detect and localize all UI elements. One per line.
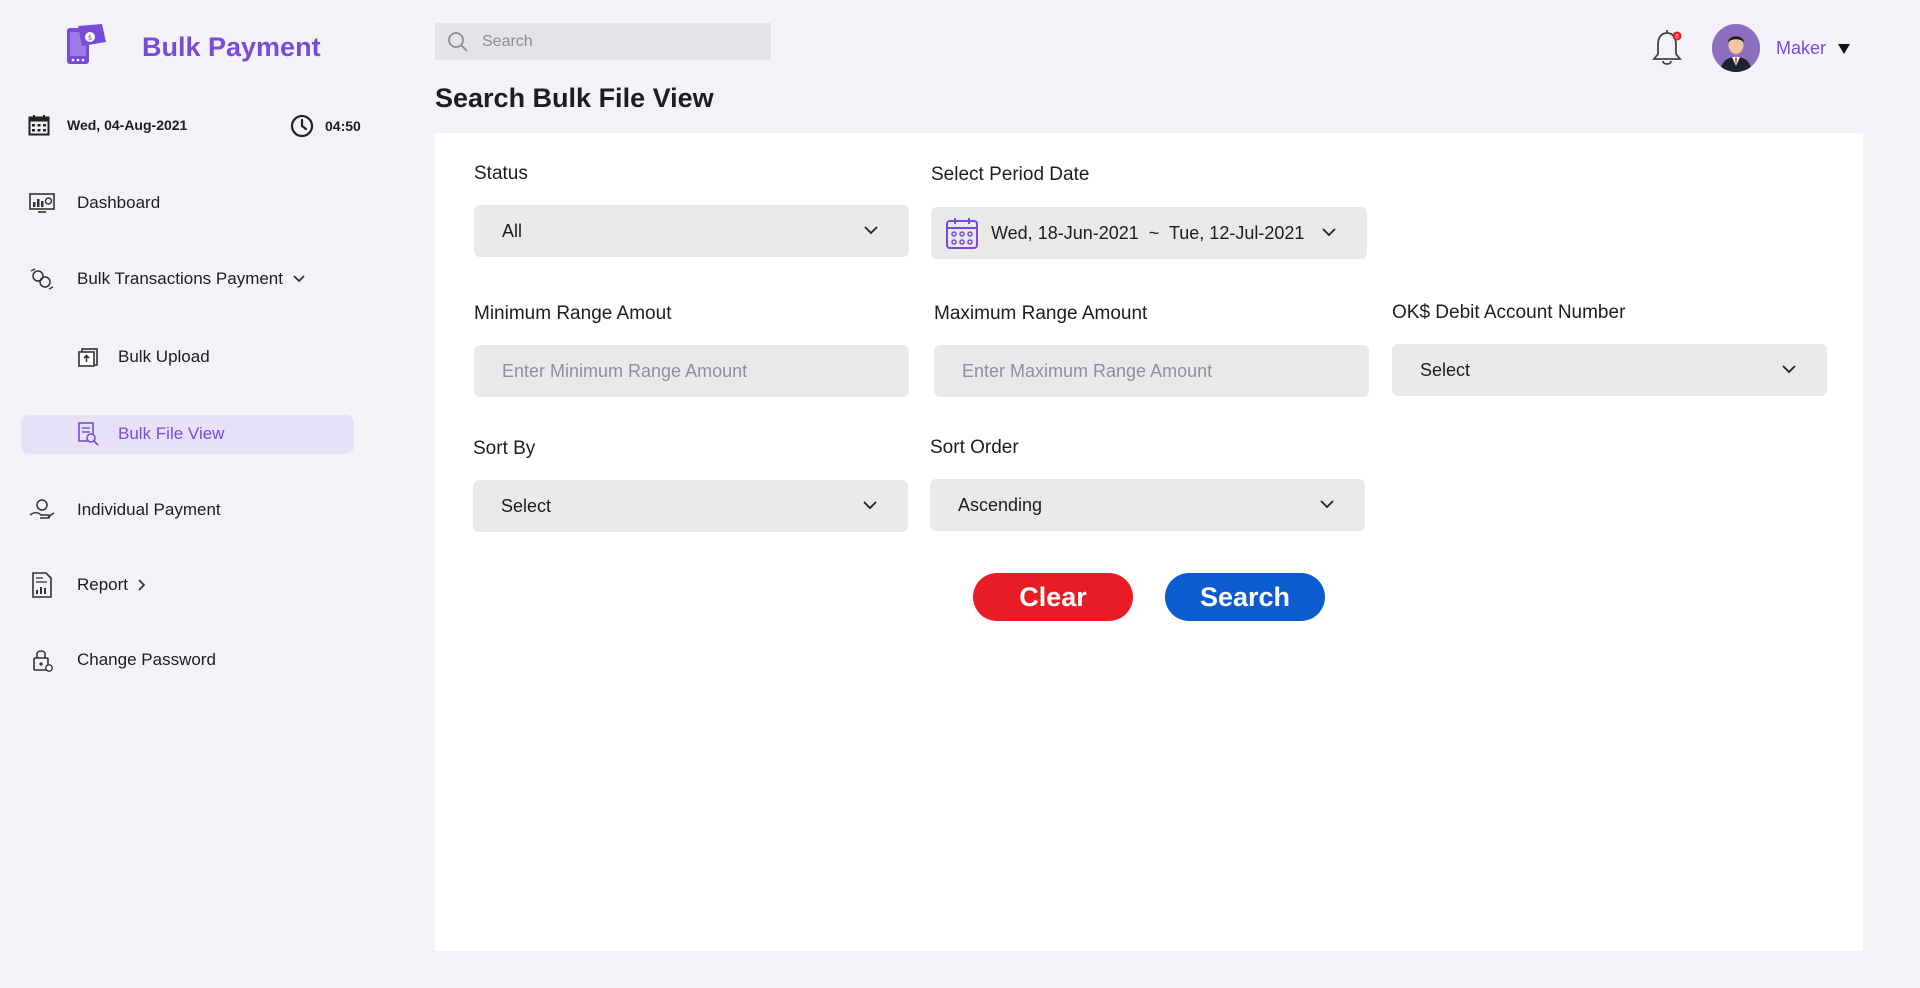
- sidebar: $ Bulk Payment Wed, 04-Aug-2021 04:50 Da…: [0, 0, 380, 988]
- search-input[interactable]: [482, 32, 752, 51]
- sort-by-value: Select: [501, 495, 552, 516]
- chevron-right-icon[interactable]: [137, 578, 147, 592]
- sidebar-item-label: Dashboard: [77, 193, 161, 212]
- lock-icon: [28, 646, 56, 674]
- chevron-down-icon[interactable]: [292, 274, 306, 284]
- page-title: Search Bulk File View: [435, 83, 714, 113]
- chevron-down-icon: [1321, 225, 1337, 243]
- sidebar-item-change-password[interactable]: Change Password: [28, 640, 216, 680]
- datetime: Wed, 04-Aug-2021 04:50: [28, 114, 361, 140]
- debit-account-value: Select: [1420, 359, 1471, 380]
- min-amount-label: Minimum Range Amout: [474, 303, 672, 324]
- search-icon: [448, 31, 468, 52]
- status-value: All: [502, 220, 523, 241]
- brand[interactable]: $ Bulk Payment: [64, 22, 321, 66]
- user-name[interactable]: Maker: [1776, 38, 1826, 59]
- clock-icon: [290, 114, 314, 138]
- current-date: Wed, 04-Aug-2021: [28, 114, 187, 136]
- status-label: Status: [474, 163, 528, 184]
- calendar-icon: [945, 216, 979, 255]
- sidebar-item-bulk-file-view[interactable]: Bulk File View: [74, 414, 224, 454]
- avatar[interactable]: [1712, 24, 1760, 72]
- transactions-icon: [28, 265, 56, 293]
- current-time: 04:50: [290, 114, 361, 138]
- period-label: Select Period Date: [931, 164, 1090, 185]
- search-form-card: Status All Select Period Date Wed, 18-Ju…: [435, 133, 1863, 951]
- sort-order-select[interactable]: Ascending: [930, 479, 1365, 531]
- brand-name: Bulk Payment: [142, 32, 321, 62]
- max-amount-input[interactable]: [962, 360, 1342, 382]
- status-select[interactable]: All: [474, 205, 909, 257]
- sort-order-label: Sort Order: [930, 437, 1019, 458]
- min-amount-input[interactable]: [502, 360, 882, 382]
- calendar-icon: [28, 115, 50, 136]
- hand-payment-icon: [28, 496, 56, 524]
- chevron-down-icon: [1319, 497, 1335, 515]
- notification-count: 0: [1675, 34, 1679, 41]
- search-button[interactable]: Search: [1165, 573, 1325, 621]
- sort-by-select[interactable]: Select: [473, 480, 908, 532]
- upload-icon: [74, 343, 102, 371]
- file-view-icon: [74, 420, 102, 448]
- debit-account-label: OK$ Debit Account Number: [1392, 302, 1626, 323]
- sidebar-item-individual-payment[interactable]: Individual Payment: [28, 490, 221, 530]
- period-value: Wed, 18-Jun-2021 ~ Tue, 12-Jul-2021: [991, 222, 1305, 243]
- bell-icon: 0: [1652, 30, 1682, 65]
- debit-account-select[interactable]: Select: [1392, 344, 1827, 396]
- max-amount-field[interactable]: [934, 345, 1369, 397]
- chevron-down-icon: [1781, 362, 1797, 380]
- min-amount-field[interactable]: [474, 345, 909, 397]
- sidebar-item-bulk-transactions[interactable]: Bulk Transactions Payment: [28, 259, 306, 299]
- sidebar-item-label: Bulk Upload: [118, 347, 210, 366]
- time-text: 04:50: [325, 118, 361, 134]
- clear-button[interactable]: Clear: [973, 573, 1133, 621]
- sidebar-item-label: Change Password: [77, 650, 216, 669]
- period-date-select[interactable]: Wed, 18-Jun-2021 ~ Tue, 12-Jul-2021: [931, 207, 1367, 259]
- sidebar-item-label: Report: [77, 575, 129, 594]
- sidebar-item-label: Bulk File View: [118, 424, 225, 443]
- sort-order-value: Ascending: [958, 494, 1043, 515]
- chevron-down-icon: [863, 223, 879, 241]
- svg-text:$: $: [88, 34, 92, 42]
- max-amount-label: Maximum Range Amount: [934, 303, 1148, 324]
- sort-by-label: Sort By: [473, 438, 536, 459]
- global-search[interactable]: [435, 23, 771, 60]
- chevron-down-icon: [862, 498, 878, 516]
- report-icon: [28, 571, 56, 599]
- wallet-phone-icon: $: [67, 24, 106, 64]
- sidebar-item-bulk-upload[interactable]: Bulk Upload: [74, 337, 210, 377]
- notification-bell[interactable]: 0: [1651, 28, 1685, 68]
- sidebar-item-label: Individual Payment: [77, 500, 221, 519]
- dashboard-icon: [28, 189, 56, 217]
- sidebar-item-report[interactable]: Report: [28, 565, 147, 605]
- sidebar-item-dashboard[interactable]: Dashboard: [28, 183, 160, 223]
- sidebar-item-label: Bulk Transactions Payment: [77, 269, 283, 288]
- caret-down-icon[interactable]: [1837, 42, 1851, 60]
- date-text: Wed, 04-Aug-2021: [67, 117, 188, 133]
- user-avatar-icon: [1712, 24, 1760, 72]
